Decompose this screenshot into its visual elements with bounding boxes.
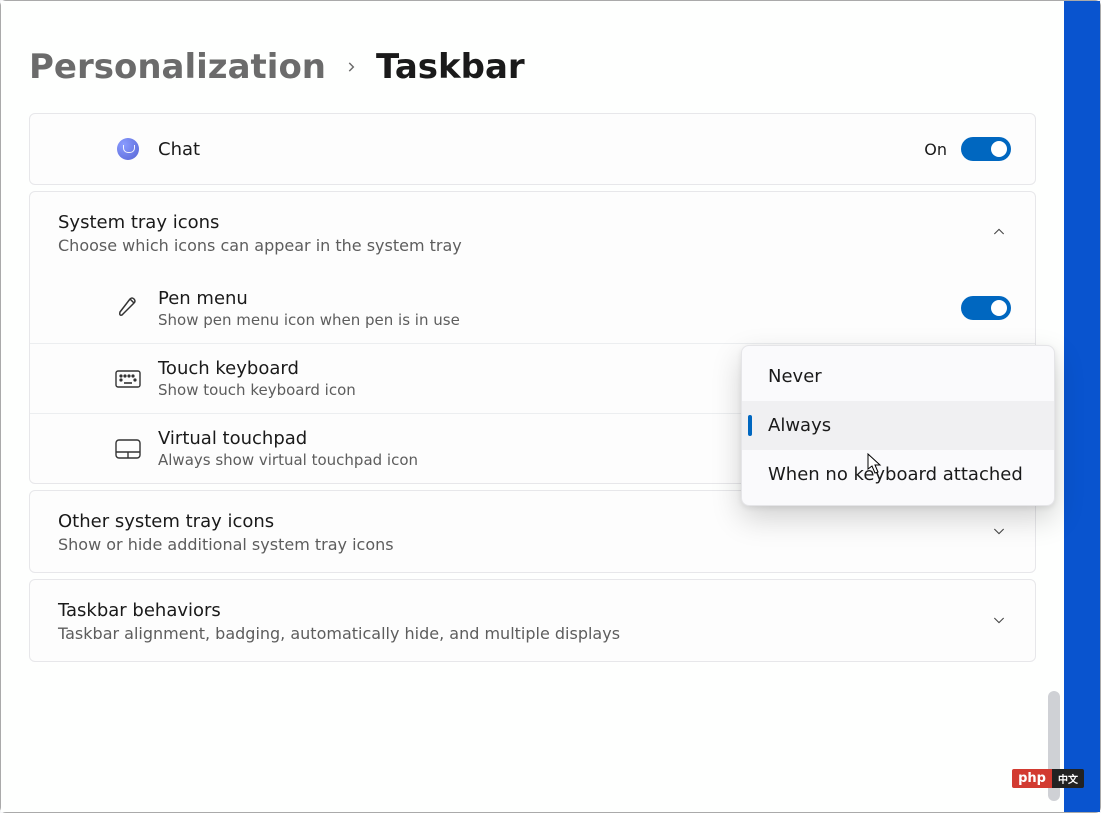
keyboard-icon: [58, 370, 158, 388]
breadcrumb-parent[interactable]: Personalization: [29, 47, 326, 87]
chevron-right-icon: [344, 55, 358, 79]
pen-icon: [58, 296, 158, 320]
behaviors-title: Taskbar behaviors: [58, 600, 991, 621]
dropdown-option-when-no-keyboard[interactable]: When no keyboard attached: [742, 450, 1054, 499]
pen-menu-subtitle: Show pen menu icon when pen is in use: [158, 311, 961, 329]
dropdown-option-never[interactable]: Never: [742, 352, 1054, 401]
chat-toggle[interactable]: [961, 137, 1011, 161]
touchpad-icon: [58, 439, 158, 459]
watermark-right: 中文: [1052, 769, 1084, 788]
watermark-left: php: [1012, 769, 1052, 788]
chat-state-label: On: [924, 140, 947, 159]
touch-keyboard-dropdown[interactable]: Never Always When no keyboard attached: [741, 345, 1055, 506]
window-edge-right: [1062, 1, 1100, 812]
page-title: Taskbar: [376, 47, 525, 87]
pen-menu-toggle[interactable]: [961, 296, 1011, 320]
watermark: php 中文: [1012, 769, 1084, 788]
pen-menu-title: Pen menu: [158, 288, 961, 309]
chevron-down-icon: [991, 612, 1007, 632]
taskbar-item-chat: Chat On: [29, 113, 1036, 185]
system-tray-icons-header[interactable]: System tray icons Choose which icons can…: [30, 192, 1035, 273]
system-tray-title: System tray icons: [58, 212, 991, 233]
system-tray-subtitle: Choose which icons can appear in the sys…: [58, 236, 991, 255]
behaviors-subtitle: Taskbar alignment, badging, automaticall…: [58, 624, 991, 643]
other-tray-subtitle: Show or hide additional system tray icon…: [58, 535, 991, 554]
chat-icon: [58, 138, 158, 160]
breadcrumb: Personalization Taskbar: [1, 47, 1064, 113]
other-tray-title: Other system tray icons: [58, 511, 991, 532]
chevron-up-icon: [991, 224, 1007, 244]
dropdown-option-always[interactable]: Always: [742, 401, 1054, 450]
chat-label: Chat: [158, 139, 924, 160]
pen-menu-row: Pen menu Show pen menu icon when pen is …: [30, 273, 1035, 343]
chevron-down-icon: [991, 523, 1007, 543]
taskbar-behaviors-section[interactable]: Taskbar behaviors Taskbar alignment, bad…: [29, 579, 1036, 662]
